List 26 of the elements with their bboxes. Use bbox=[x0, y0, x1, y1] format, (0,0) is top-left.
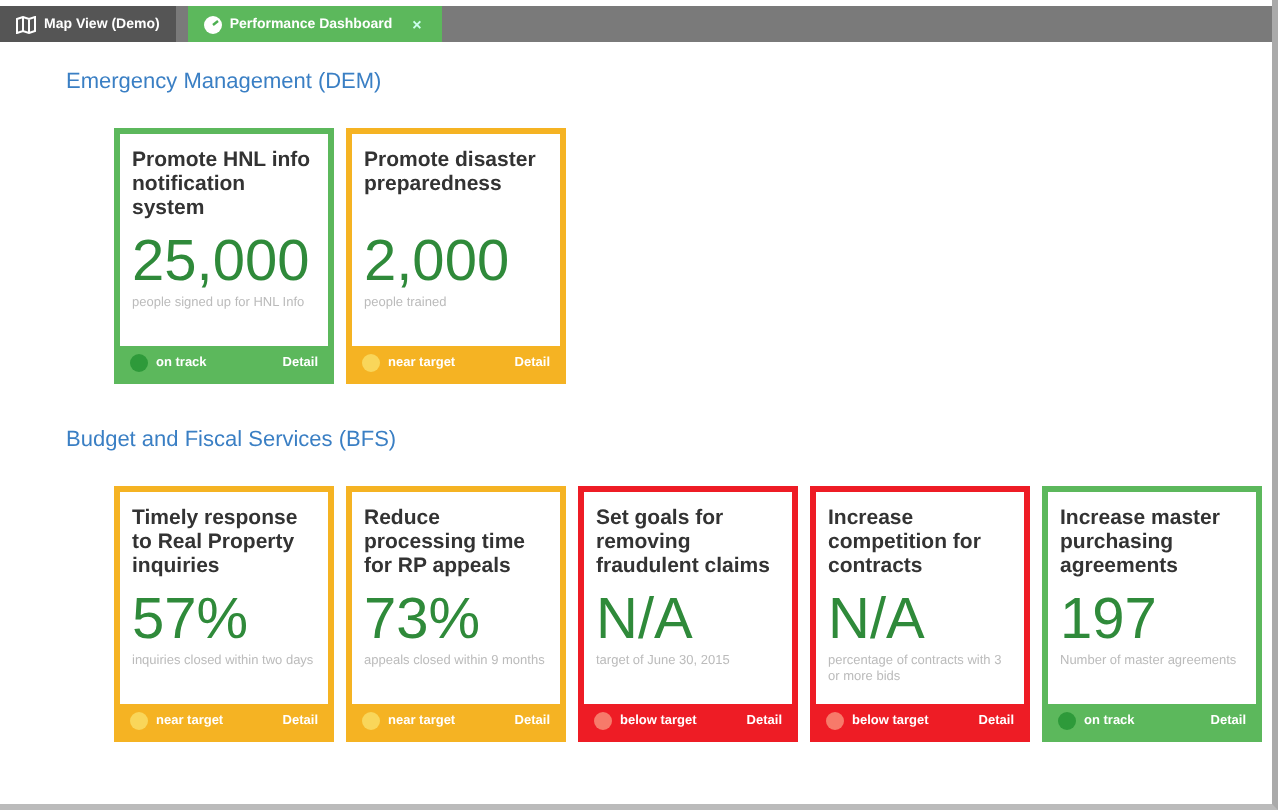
card-title: Increase master purchasing agreements bbox=[1060, 506, 1222, 582]
map-icon bbox=[16, 15, 36, 33]
kpi-value: N/A bbox=[596, 586, 695, 654]
card-title: Set goals for removing fraudulent claims bbox=[596, 506, 772, 582]
kpi-value: 25,000 bbox=[132, 228, 312, 296]
status-dot-icon bbox=[130, 711, 148, 729]
card-title: Promote disaster preparedness bbox=[364, 148, 538, 200]
kpi-value: 57% bbox=[132, 586, 251, 654]
close-icon[interactable]: × bbox=[412, 15, 422, 33]
status-dot-icon bbox=[362, 353, 380, 371]
status-dot-icon bbox=[130, 353, 148, 371]
card-title: Reduce processing time for RP appeals bbox=[364, 506, 528, 582]
section-heading: Emergency Management (DEM) bbox=[66, 70, 384, 94]
kpi-value: 73% bbox=[364, 586, 483, 654]
card-title: Increase competition for contracts bbox=[828, 506, 983, 582]
section-heading: Budget and Fiscal Services (BFS) bbox=[66, 428, 399, 452]
status-dot-icon bbox=[826, 711, 844, 729]
card-title: Promote HNL info notification system bbox=[132, 148, 313, 224]
kpi-value: 197 bbox=[1060, 586, 1159, 654]
status-dot-icon bbox=[1058, 711, 1076, 729]
kpi-value: 2,000 bbox=[364, 228, 512, 296]
kpi-value: N/A bbox=[828, 586, 927, 654]
card-title: Timely response to Real Property inquiries bbox=[132, 506, 300, 582]
status-dot-icon bbox=[362, 711, 380, 729]
gauge-icon bbox=[203, 15, 222, 33]
status-dot-icon bbox=[594, 711, 612, 729]
